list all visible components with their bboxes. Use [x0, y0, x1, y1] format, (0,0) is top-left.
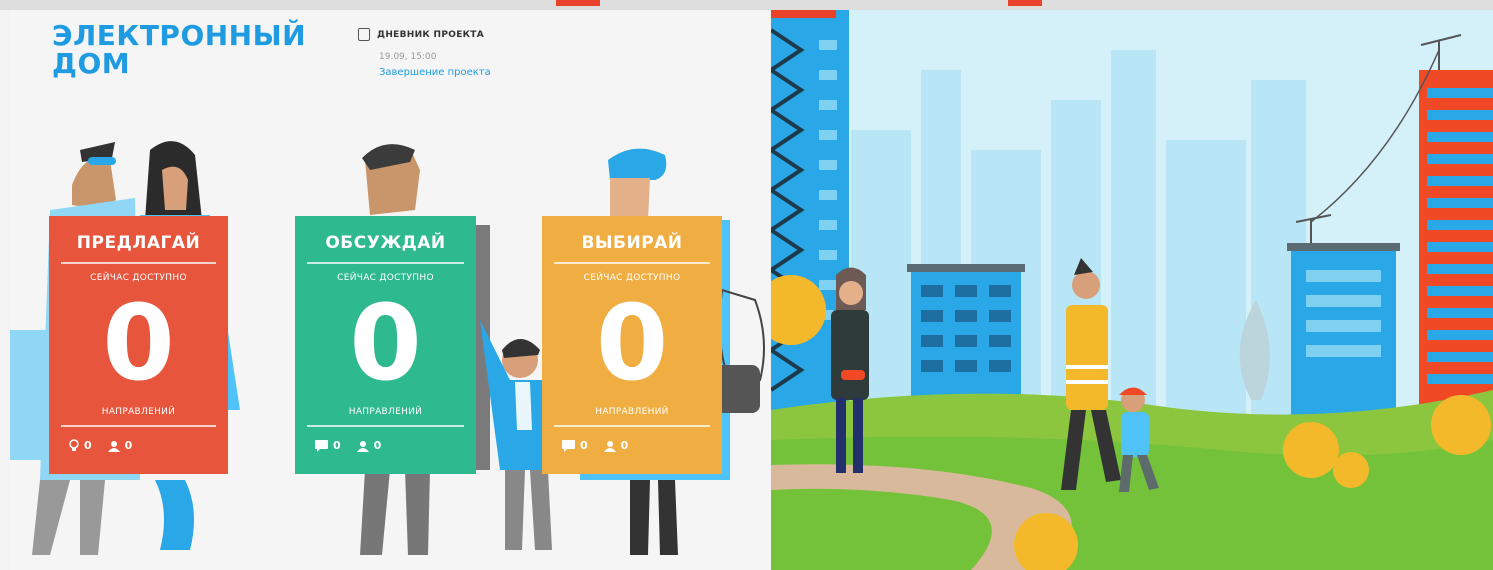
building-right-middle [1287, 214, 1400, 420]
divider [307, 262, 464, 264]
users-stat: 0 [603, 439, 629, 452]
notebook-icon [358, 28, 370, 41]
card-choose[interactable]: ВЫБИРАЙ СЕЙЧАС ДОСТУПНО 0 НАПРАВЛЕНИЙ 0 … [542, 216, 722, 474]
red-title-fragment [556, 0, 600, 6]
comments-stat: 0 [315, 439, 341, 452]
logo-line-1: ЭЛЕКТРОННЫЙ [52, 19, 307, 52]
diary-date: 19.09, 15:00 [379, 52, 437, 62]
stat-value: 0 [333, 439, 341, 452]
user-icon [356, 440, 369, 452]
divider [554, 262, 710, 264]
stat-value: 0 [373, 439, 382, 452]
card-title: ОБСУЖДАЙ [325, 233, 446, 253]
stat-value: 0 [620, 439, 629, 452]
comment-icon [562, 439, 575, 452]
city-scene [771, 10, 1493, 570]
lightbulb-icon [69, 439, 79, 451]
top-strip [0, 0, 1493, 10]
stat-value: 0 [124, 439, 133, 452]
card-propose[interactable]: ПРЕДЛАГАЙ СЕЙЧАС ДОСТУПНО 0 НАПРАВЛЕНИЙ … [49, 216, 228, 474]
diary-entry-link[interactable]: Завершение проекта [379, 67, 491, 78]
diary-title: ДНЕВНИК ПРОЕКТА [377, 29, 484, 40]
user-icon [603, 440, 616, 452]
comment-icon [315, 439, 328, 452]
stat-value: 0 [580, 439, 588, 452]
project-diary: ДНЕВНИК ПРОЕКТА 19.09, 15:00 Завершение … [358, 28, 491, 78]
user-icon [107, 440, 120, 452]
count-value: 0 [349, 282, 422, 404]
unit-label: НАПРАВЛЕНИЙ [595, 407, 669, 417]
card-title: ПРЕДЛАГАЙ [76, 233, 201, 253]
ideas-stat: 0 [69, 439, 92, 452]
card-stats: 0 0 [49, 427, 228, 452]
unit-label: НАПРАВЛЕНИЙ [348, 407, 423, 417]
logo-line-2: ДОМ [52, 47, 131, 80]
divider [61, 262, 216, 264]
card-discuss[interactable]: ОБСУЖДАЙ СЕЙЧАС ДОСТУПНО 0 НАПРАВЛЕНИЙ 0… [295, 216, 476, 474]
comments-stat: 0 [562, 439, 588, 452]
users-stat: 0 [107, 439, 133, 452]
users-stat: 0 [356, 439, 382, 452]
card-stats: 0 0 [542, 427, 722, 452]
count-value: 0 [595, 282, 669, 404]
card-title: ВЫБИРАЙ [581, 233, 683, 253]
city-illustration-panel [771, 10, 1493, 570]
card-stats: 0 0 [295, 427, 476, 452]
diary-header[interactable]: ДНЕВНИК ПРОЕКТА [358, 28, 491, 41]
stat-value: 0 [84, 439, 92, 452]
red-title-fragment [1008, 0, 1042, 6]
site-logo[interactable]: ЭЛЕКТРОННЫЙ ДОМ [52, 22, 306, 78]
composite-image: ЭЛЕКТРОННЫЙ ДОМ ДНЕВНИК ПРОЕКТА 19.09, 1… [0, 0, 1493, 570]
left-site-panel: ЭЛЕКТРОННЫЙ ДОМ ДНЕВНИК ПРОЕКТА 19.09, 1… [10, 10, 770, 570]
count-value: 0 [102, 282, 175, 404]
unit-label: НАПРАВЛЕНИЙ [101, 407, 176, 417]
